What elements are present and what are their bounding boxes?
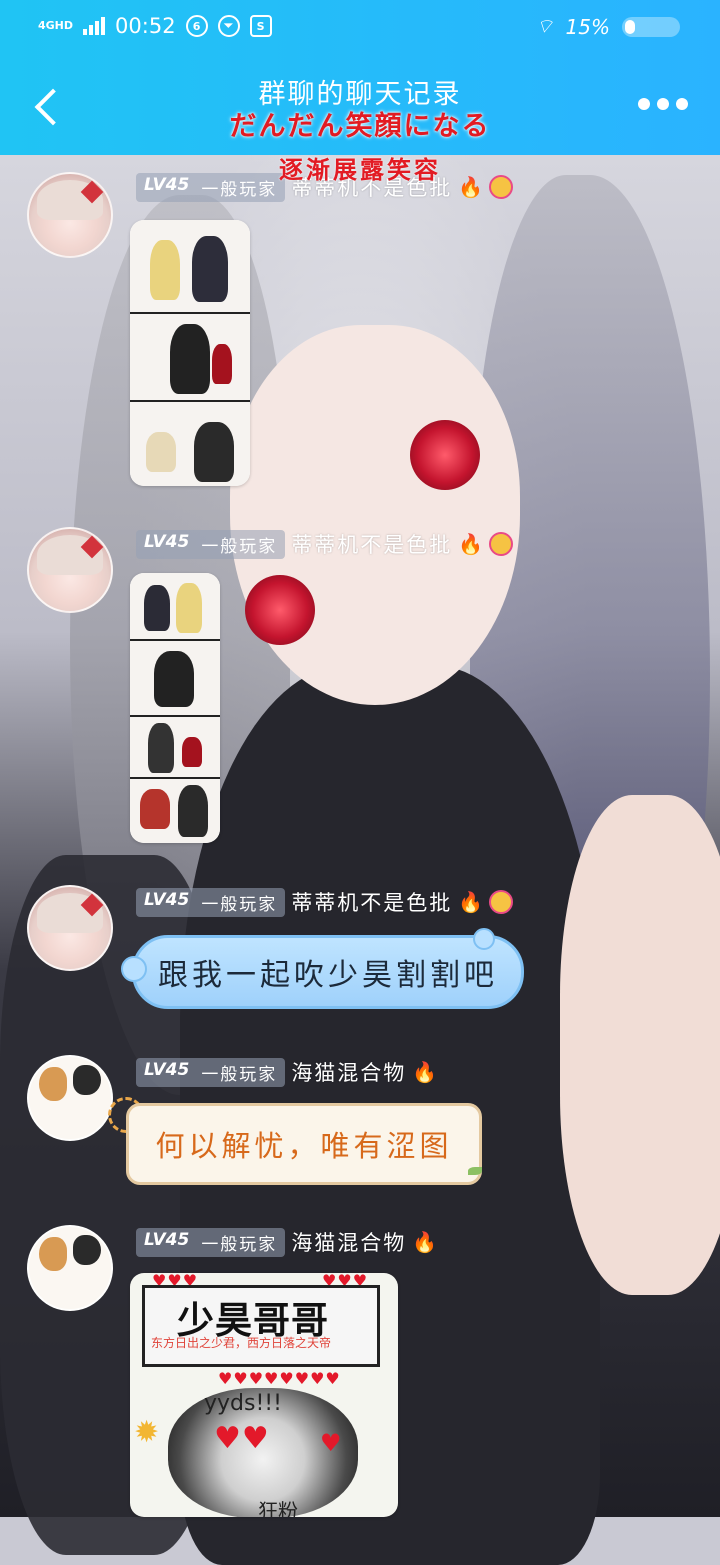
image-message[interactable] <box>130 573 220 843</box>
message-text: 何以解忧，唯有涩图 <box>155 1129 453 1163</box>
avatar[interactable] <box>27 1225 113 1311</box>
more-options-button[interactable] <box>638 98 688 110</box>
text-message[interactable]: 何以解忧，唯有涩图 <box>126 1103 482 1185</box>
message-meta: LV45 一般玩家 蒂蒂机不是色批 🔥 <box>136 529 514 559</box>
message-meta: LV45 一般玩家 蒂蒂机不是色批 🔥 <box>136 887 514 917</box>
sticker-caption: 狂粉 <box>258 1499 298 1517</box>
fire-icon: 🔥 <box>458 532 484 556</box>
notification-icon: ⏷ <box>217 15 240 37</box>
image-message[interactable] <box>130 220 250 486</box>
sender-name[interactable]: 海猫混合物 <box>291 1057 406 1087</box>
fire-icon: 🔥 <box>458 890 484 914</box>
top-bar: 4GHD 00:52 6 ⏷ S ⌔ 15% 群聊的聊天记录 だんだん笑顔になる <box>0 0 720 155</box>
clock: 00:52 <box>115 14 176 38</box>
level-badge: LV45 一般玩家 <box>136 1057 286 1087</box>
wifi-icon: ⌔ <box>534 14 554 38</box>
text-message[interactable]: 跟我一起吹少昊割割吧 <box>121 928 524 1009</box>
heart-icon: ♥♥ <box>214 1421 270 1456</box>
message-meta: LV45 一般玩家 海猫混合物 🔥 <box>136 1227 437 1257</box>
app-icon: S <box>249 15 272 37</box>
message-meta: LV45 一般玩家 海猫混合物 🔥 <box>136 1057 437 1087</box>
sun-icon: ✹ <box>134 1415 160 1450</box>
heart-icon: ♥ <box>320 1429 343 1457</box>
message-text: 跟我一起吹少昊割割吧 <box>158 958 498 993</box>
leaf-decoration-icon <box>468 1167 482 1175</box>
sender-name[interactable]: 海猫混合物 <box>291 1227 406 1257</box>
fire-icon: 🔥 <box>412 1230 438 1254</box>
sticker-title-card: 少昊哥哥 东方日出之少君，西方日落之天帝 <box>142 1285 380 1367</box>
network-indicator: 4GHD <box>38 19 74 32</box>
sync-icon: 6 <box>185 15 208 37</box>
fire-icon: 🔥 <box>412 1060 438 1084</box>
signal-icon <box>83 17 106 35</box>
sender-name[interactable]: 蒂蒂机不是色批 <box>291 887 452 917</box>
sticker-message[interactable]: ♥♥♥ ♥♥♥ 少昊哥哥 东方日出之少君，西方日落之天帝 ♥♥♥♥♥♥♥♥ yy… <box>130 1273 398 1517</box>
page-subtitle: だんだん笑顔になる <box>229 111 491 142</box>
sender-name[interactable]: 蒂蒂机不是色批 <box>291 529 452 559</box>
status-bar: 4GHD 00:52 6 ⏷ S ⌔ 15% <box>0 0 720 58</box>
level-badge: LV45 一般玩家 <box>136 887 286 917</box>
battery-percent: 15% <box>565 14 610 39</box>
nav-bar: 群聊的聊天记录 だんだん笑顔になる <box>0 60 720 155</box>
heart-icon: ♥♥♥♥♥♥♥♥ <box>218 1369 341 1388</box>
level-badge: LV45 一般玩家 <box>136 1227 286 1257</box>
avatar[interactable] <box>27 885 113 971</box>
smile-badge-icon <box>489 532 514 556</box>
overlay-caption: 逐渐展露笑容 <box>279 156 441 184</box>
avatar[interactable] <box>27 1055 113 1141</box>
sticker-text: yyds!!! <box>204 1391 282 1416</box>
avatar[interactable] <box>27 527 113 613</box>
smile-badge-icon <box>489 890 514 914</box>
battery-icon <box>622 16 680 37</box>
level-badge: LV45 一般玩家 <box>136 529 286 559</box>
